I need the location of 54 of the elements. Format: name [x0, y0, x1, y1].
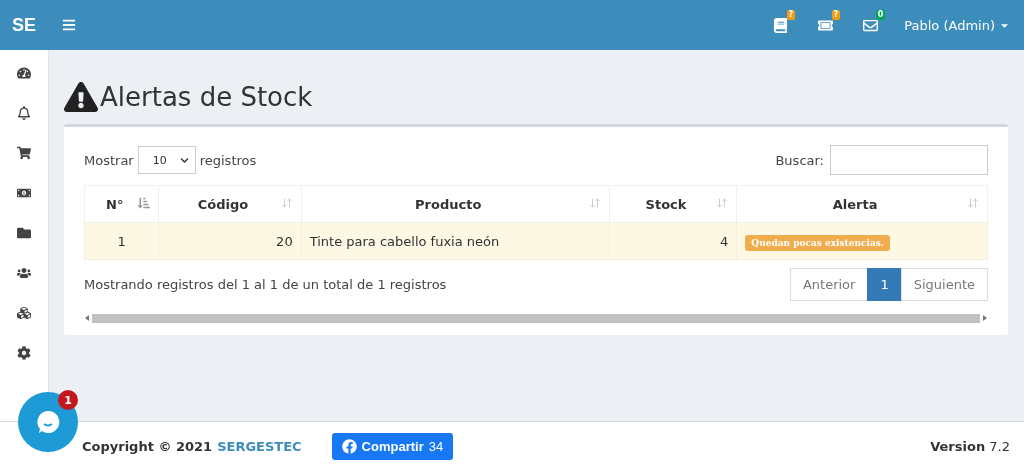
folder-icon[interactable] — [17, 226, 31, 240]
users-icon[interactable] — [17, 266, 31, 280]
copyright-text: Copyright © 2021 — [82, 438, 213, 454]
sort-icon — [588, 197, 601, 209]
scroll-right-icon[interactable] — [982, 315, 988, 321]
pagination-button[interactable]: Siguiente — [900, 268, 988, 301]
settings-icon[interactable] — [17, 346, 31, 360]
pagination-button[interactable]: 1 — [867, 268, 902, 301]
records-info: Mostrando registros del 1 al 1 de un total de 1 registros — [84, 277, 447, 292]
sort-icon — [138, 197, 151, 209]
pagination-button[interactable]: Anterior — [789, 268, 869, 301]
scroll-left-icon[interactable] — [84, 315, 90, 321]
records-label: registros — [199, 152, 257, 168]
cart-icon[interactable] — [17, 146, 31, 160]
page-size-select[interactable]: 10 — [137, 146, 196, 174]
book-icon[interactable] — [773, 17, 789, 33]
bell-icon[interactable] — [17, 106, 31, 120]
gauge-icon[interactable] — [17, 66, 31, 80]
brand-link[interactable]: SERGESTEC — [217, 438, 302, 454]
chat-bubble-icon — [34, 408, 62, 436]
table-cell: Tinte para cabello fuxia neón — [301, 222, 610, 260]
facebook-icon — [341, 438, 357, 454]
count-badge: 0 — [875, 9, 886, 20]
search-field[interactable] — [830, 145, 988, 175]
menu-icon[interactable] — [62, 18, 76, 32]
table-cell: 4 — [609, 222, 737, 260]
show-label: Mostrar — [84, 152, 134, 168]
warning-icon — [64, 80, 98, 114]
search-label: Buscar: — [775, 152, 824, 168]
column-header[interactable]: Código — [158, 185, 302, 223]
user-menu[interactable]: Pablo (Admin) — [904, 17, 1010, 33]
column-header[interactable]: Alerta — [736, 185, 988, 223]
chevron-icon — [179, 155, 189, 165]
sort-icon — [280, 197, 293, 209]
table-cell: 1 — [84, 222, 159, 260]
count-badge: ? — [786, 9, 796, 20]
notification-badge: 1 — [58, 390, 78, 410]
scrollbar-thumb[interactable] — [92, 313, 980, 323]
mail-icon[interactable] — [863, 17, 879, 33]
alert-label: Quedan pocas existencias. — [745, 234, 890, 251]
column-header[interactable]: N° — [84, 185, 159, 223]
share-button[interactable]: Compartir 34 — [331, 432, 454, 460]
cubes-icon[interactable] — [17, 306, 31, 320]
version-number: 7.2 — [989, 438, 1010, 454]
column-header[interactable]: Stock — [609, 185, 737, 223]
page-title: Alertas de Stock — [100, 82, 313, 112]
sort-icon — [967, 197, 979, 209]
banknote-icon[interactable] — [17, 186, 31, 200]
version-label: Version — [930, 438, 986, 454]
table-cell: 20 — [158, 222, 302, 260]
column-header[interactable]: Producto — [301, 185, 610, 223]
sort-icon — [716, 197, 729, 209]
logo[interactable]: SE — [0, 14, 48, 36]
count-badge: ? — [831, 9, 841, 20]
